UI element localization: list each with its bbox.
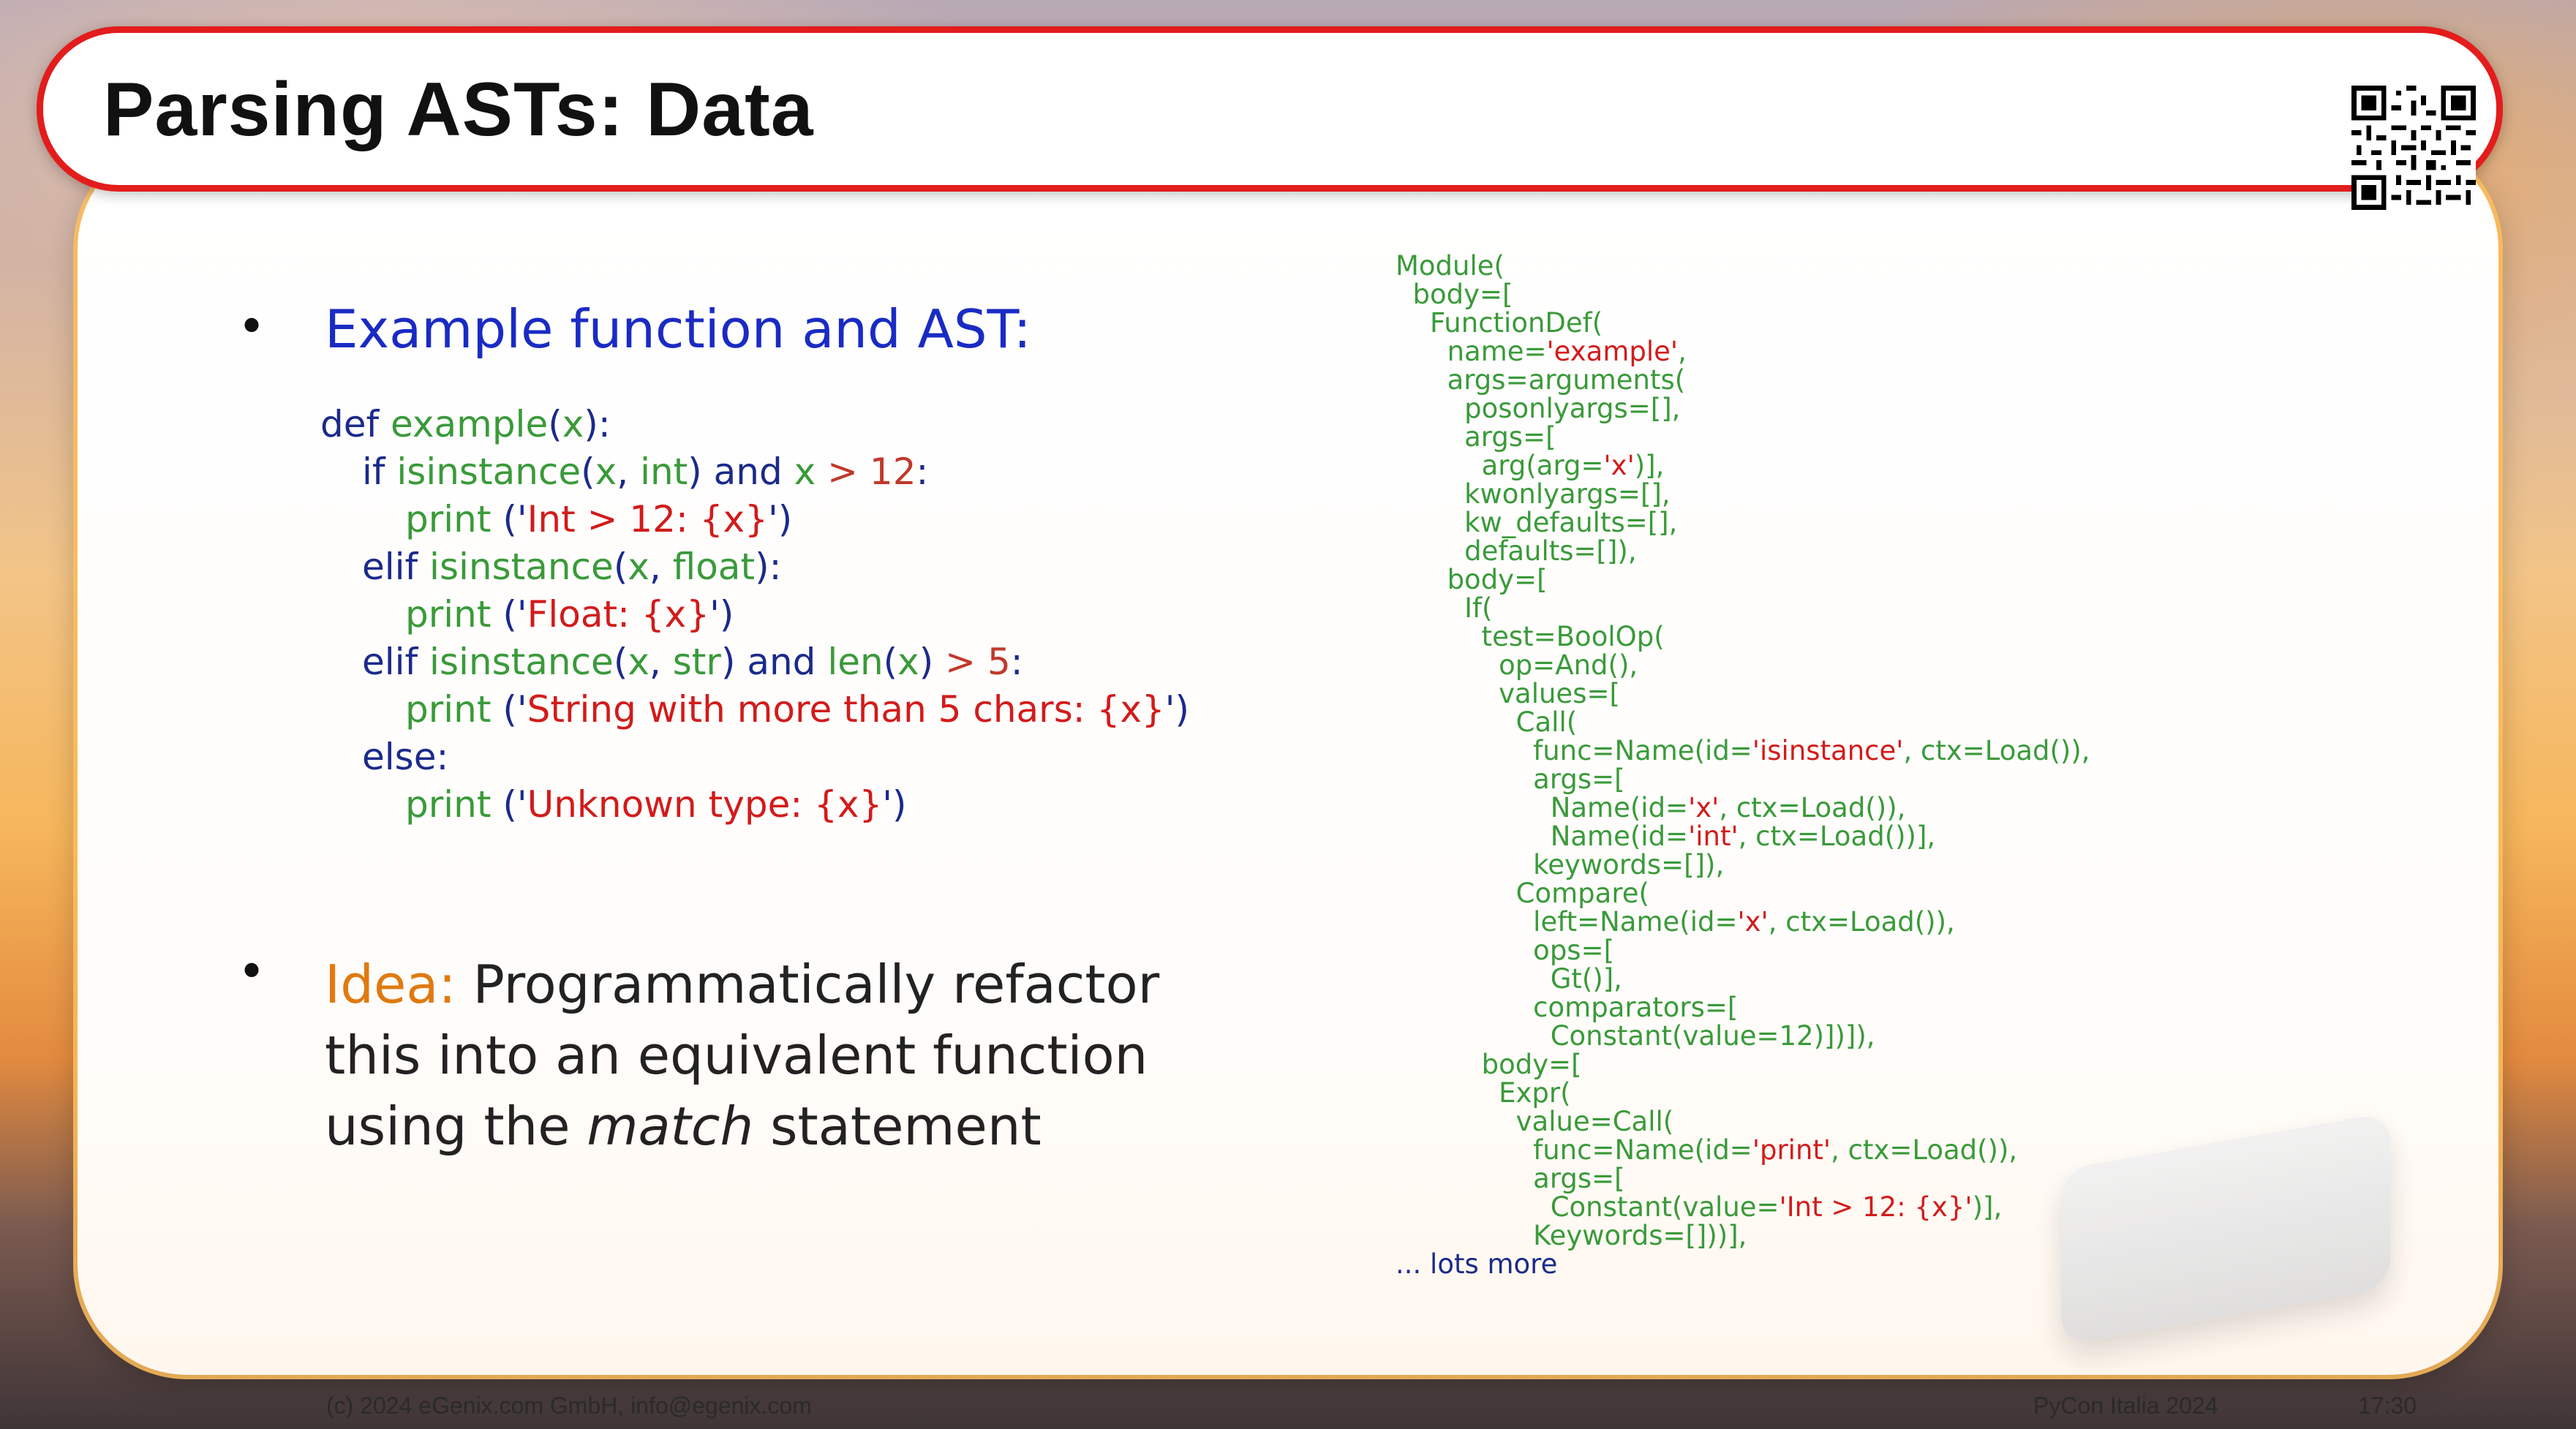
code-line: print ('Unknown type: {x}') — [405, 783, 907, 826]
ast-line: Name(id='x', ctx=Load()), — [1396, 792, 1906, 823]
code-line: elif isinstance(x, str) and len(x) > 5: — [362, 641, 1023, 683]
ast-line: body=[ — [1396, 564, 1548, 595]
footer-copyright: (c) 2024 eGenix.com GmbH, info@egenix.co… — [326, 1392, 812, 1419]
footer-time: 17:30 — [2358, 1392, 2417, 1419]
idea-paragraph: Idea: Programmatically refactor this int… — [325, 954, 1160, 1157]
ast-line: posonlyargs=[], — [1396, 393, 1681, 424]
ast-line: values=[ — [1396, 678, 1620, 709]
ast-line-more: ... lots more — [1396, 1248, 1558, 1280]
code-line: print ('String with more than 5 chars: {… — [405, 688, 1190, 731]
ast-line: Keywords=[]))], — [1396, 1220, 1747, 1251]
match-keyword: match — [587, 1096, 754, 1157]
bullet-heading: Example function and AST: — [325, 298, 1031, 360]
ast-line: keywords=[]), — [1396, 849, 1725, 881]
ast-line: left=Name(id='x', ctx=Load()), — [1396, 906, 1955, 938]
bullet-marker: • — [241, 293, 263, 358]
ast-line: func=Name(id='print', ctx=Load()), — [1396, 1134, 2018, 1166]
code-line: elif isinstance(x, float): — [362, 546, 782, 588]
ast-line: Gt()], — [1396, 963, 1622, 995]
ast-line: name='example', — [1396, 336, 1687, 367]
ast-line: If( — [1396, 592, 1493, 624]
bullet-marker: • — [241, 938, 263, 1003]
footer-event: PyCon Italia 2024 — [2033, 1392, 2218, 1419]
ast-line: Module( — [1396, 250, 1504, 282]
idea-label: Idea: — [325, 954, 456, 1015]
ast-dump: Module( body=[ FunctionDef( name='exampl… — [1396, 252, 2090, 1278]
ast-line: Name(id='int', ctx=Load())], — [1396, 821, 1936, 852]
ast-line: args=[ — [1396, 421, 1556, 453]
ast-line: Compare( — [1396, 878, 1649, 909]
code-line: print ('Int > 12: {x}') — [405, 498, 793, 540]
ast-line: args=[ — [1396, 763, 1625, 795]
ast-line: FunctionDef( — [1396, 307, 1603, 339]
code-line: if isinstance(x, int) and x > 12: — [362, 450, 929, 493]
qr-code-icon — [2351, 86, 2476, 210]
title-bar: Parsing ASTs: Data — [37, 26, 2503, 210]
ast-line: Constant(value=12)])]), — [1396, 1020, 1875, 1052]
ast-line: Constant(value='Int > 12: {x}')], — [1396, 1191, 2003, 1223]
ast-line: args=[ — [1396, 1163, 1625, 1194]
ast-line: arg(arg='x')], — [1396, 450, 1665, 481]
code-line: else: — [362, 736, 449, 778]
ast-line: test=BoolOp( — [1396, 621, 1665, 652]
code-block: def example(x): if isinstance(x, int) an… — [320, 401, 1189, 829]
code-line: print ('Float: {x}') — [405, 593, 734, 636]
ast-line: comparators=[ — [1396, 992, 1739, 1023]
ast-line: defaults=[]), — [1396, 535, 1637, 567]
ast-line: kwonlyargs=[], — [1396, 478, 1671, 510]
ast-line: args=arguments( — [1396, 364, 1686, 396]
ast-line: body=[ — [1396, 279, 1513, 310]
ast-line: kw_defaults=[], — [1396, 507, 1678, 538]
ast-line: value=Call( — [1396, 1106, 1674, 1137]
ast-line: func=Name(id='isinstance', ctx=Load()), — [1396, 735, 2090, 766]
ast-line: op=And(), — [1396, 649, 1638, 681]
ast-line: ops=[ — [1396, 935, 1615, 966]
ast-line: Expr( — [1396, 1077, 1571, 1109]
ast-line: body=[ — [1396, 1049, 1582, 1080]
ast-line: Call( — [1396, 706, 1578, 738]
code-line: def example(x): — [320, 403, 611, 445]
slide-title: Parsing ASTs: Data — [103, 67, 814, 152]
